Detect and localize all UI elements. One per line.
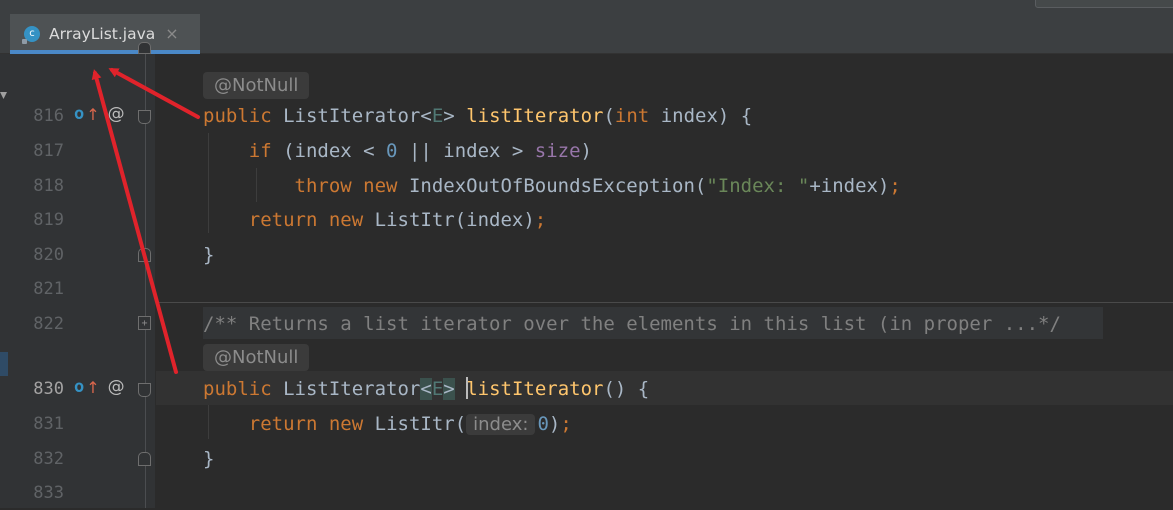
fold-start-icon[interactable] — [138, 383, 151, 397]
annotation-at-icon[interactable]: @ — [108, 104, 125, 124]
generic-param: E — [431, 378, 444, 400]
generic-param: E — [431, 105, 444, 127]
field: size — [534, 140, 581, 162]
number-literal: 0 — [537, 413, 549, 435]
tab-arraylist-java[interactable]: c ArrayList.java × — [10, 14, 200, 53]
doc-comment-folded: /** Returns a list iterator over the ele… — [203, 313, 1061, 335]
fold-end-icon[interactable] — [138, 248, 151, 262]
code-text: ) — [580, 140, 592, 162]
semicolon: ; — [534, 209, 547, 231]
keyword: int — [614, 105, 650, 127]
code-line-819[interactable]: return new ListItr(index); — [203, 203, 546, 237]
notnull-annotation-hint: @NotNull — [203, 344, 310, 371]
code-line-822[interactable]: /** Returns a list iterator over the ele… — [203, 307, 1061, 341]
line-number: 822 — [33, 314, 64, 334]
code-line-820[interactable]: } — [203, 238, 214, 272]
keyword: new — [328, 209, 364, 231]
code-text: IndexOutOfBoundsException( — [397, 175, 707, 197]
keyword: new — [363, 175, 398, 197]
overrides-arrow-icon[interactable]: ↑ — [86, 105, 99, 124]
type: ListIterator — [283, 378, 421, 400]
code-text: ) — [548, 413, 561, 435]
code-text: (index < — [271, 140, 387, 162]
line-number: 816 — [33, 106, 64, 126]
line-number-current: 830 — [33, 379, 64, 399]
line-number: 820 — [33, 245, 64, 265]
implements-method-icon[interactable]: o — [74, 104, 84, 124]
keyword: throw — [294, 175, 352, 197]
keyword: public — [203, 378, 272, 400]
editor-tab-bar: c ArrayList.java × — [0, 14, 1173, 54]
implements-method-icon[interactable]: o — [74, 377, 84, 397]
java-class-icon: c — [22, 25, 40, 44]
tab-title: ArrayList.java — [49, 24, 156, 43]
generic-open: < — [420, 105, 432, 127]
code-text: ListItr( — [363, 413, 467, 435]
fold-expand-icon[interactable]: + — [138, 316, 151, 330]
keyword: if — [248, 140, 272, 162]
line-number: 821 — [33, 279, 64, 299]
code-rest: index) { — [649, 105, 753, 127]
code-text: ListItr(index) — [363, 209, 535, 231]
keyword: return — [248, 209, 318, 231]
annotation-at-icon[interactable]: @ — [108, 377, 125, 397]
keyword: new — [328, 413, 364, 435]
keyword: public — [203, 105, 272, 127]
paren: ( — [603, 105, 615, 127]
code-text: || index > — [397, 140, 535, 162]
text-caret — [466, 376, 469, 399]
code-line-831[interactable]: return new ListItr(index: 0); — [203, 407, 572, 442]
gutter-icons-816: o ↑ @ — [74, 104, 125, 124]
generic-open: < — [420, 378, 432, 400]
generic-close: > — [443, 105, 455, 127]
top-toolbar-strip — [0, 0, 1173, 14]
close-icon[interactable]: × — [165, 24, 178, 43]
string-literal: "Index: " — [706, 175, 810, 197]
method-name: istIterator — [477, 378, 604, 400]
line-number: 818 — [33, 176, 64, 196]
code-line-832[interactable]: } — [203, 442, 214, 476]
code-rest: () { — [603, 378, 650, 400]
generic-close: > — [443, 378, 455, 400]
parameter-name-hint: index: — [466, 414, 536, 435]
fold-start-icon[interactable] — [138, 110, 151, 124]
gutter-icons-830: o ↑ @ — [74, 377, 125, 397]
closing-brace: } — [203, 448, 215, 470]
code-text: +index) — [809, 175, 890, 197]
notnull-annotation-hint: @NotNull — [203, 72, 310, 99]
code-line-830[interactable]: public ListIterator<E> listIterator() { — [203, 372, 649, 406]
line-number: 831 — [33, 414, 64, 434]
type: ListIterator — [283, 105, 421, 127]
line-number: 832 — [33, 449, 64, 469]
fold-end-icon[interactable] — [138, 42, 151, 54]
number-literal: 0 — [386, 140, 398, 162]
code-line-816[interactable]: public ListIterator<E> listIterator(int … — [203, 99, 752, 133]
method-name: listIterator — [466, 105, 604, 127]
line-number: 833 — [33, 483, 64, 503]
line-number: 819 — [33, 210, 64, 230]
line-number: 817 — [33, 141, 64, 161]
method-separator — [156, 302, 1173, 303]
keyword: return — [248, 413, 318, 435]
overrides-arrow-icon[interactable]: ↑ — [86, 378, 99, 397]
red-arrows-overlay — [91, 68, 200, 374]
closing-brace: } — [203, 244, 215, 266]
semicolon: ; — [560, 413, 572, 435]
semicolon: ; — [889, 175, 901, 197]
search-box[interactable] — [1035, 0, 1173, 8]
fold-end-icon[interactable] — [138, 452, 151, 466]
code-line-818[interactable]: throw new IndexOutOfBoundsException("Ind… — [203, 169, 901, 203]
code-line-817[interactable]: if (index < 0 || index > size) — [203, 134, 592, 168]
